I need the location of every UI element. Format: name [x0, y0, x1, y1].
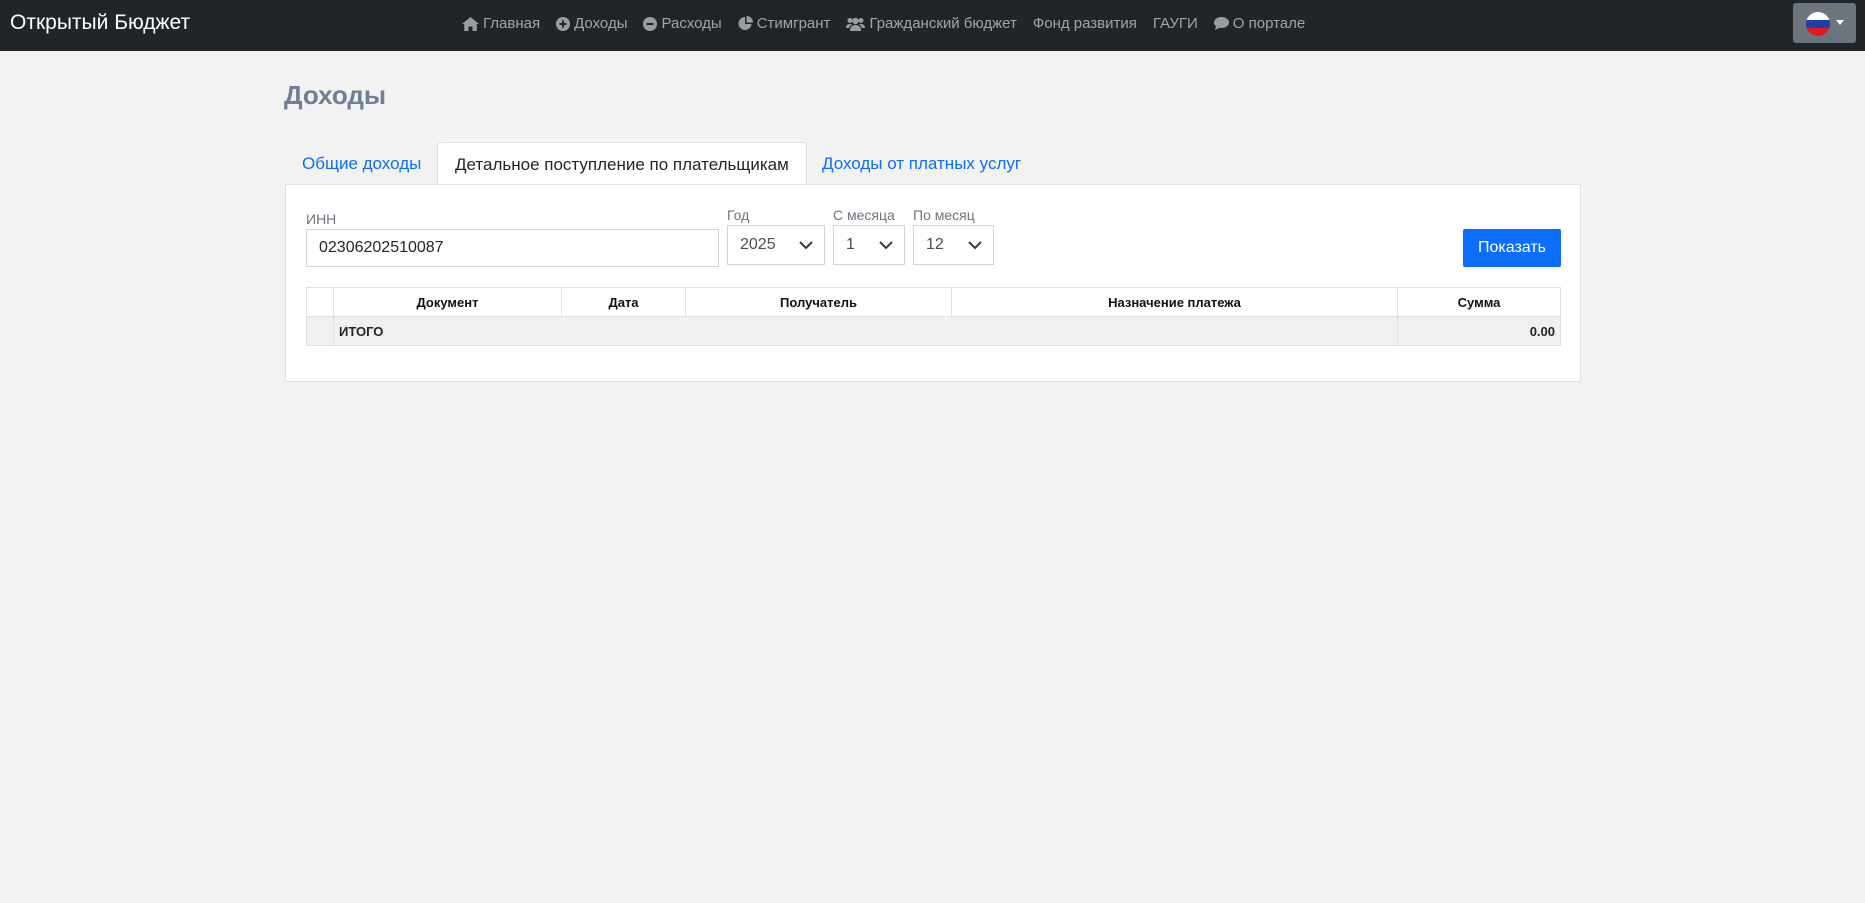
chevron-down-icon: [799, 241, 813, 250]
from-month-select[interactable]: 1: [833, 225, 905, 265]
plus-circle-icon: [556, 16, 571, 31]
show-button[interactable]: Показать: [1463, 229, 1561, 267]
column-header-blank: [306, 287, 334, 317]
nav-item-label: Гражданский бюджет: [869, 15, 1017, 32]
nav-item-gaugi[interactable]: ГАУГИ: [1153, 15, 1198, 32]
comment-icon: [1213, 17, 1229, 30]
nav-item-label: Расходы: [661, 15, 722, 32]
language-dropdown-button[interactable]: [1793, 3, 1856, 43]
nav-item-citizen-budget[interactable]: Гражданский бюджет: [846, 15, 1017, 32]
nav-item-label: Главная: [483, 15, 541, 32]
chevron-down-icon: [968, 241, 982, 250]
from-month-label: С месяца: [833, 207, 895, 223]
year-label: Год: [727, 207, 750, 223]
table-total-row: ИТОГО 0.00: [306, 316, 1561, 346]
to-month-select-value: 12: [926, 236, 944, 253]
nav-item-development-fund[interactable]: Фонд развития: [1033, 15, 1137, 32]
payments-table: Документ Дата Получатель Назначение плат…: [306, 287, 1561, 346]
tab-paid-services-income[interactable]: Доходы от платных услуг: [805, 142, 1038, 185]
to-month-select[interactable]: 12: [913, 225, 994, 265]
page-title: Доходы: [284, 80, 387, 110]
column-header-date[interactable]: Дата: [561, 287, 686, 317]
nav-item-label: Фонд развития: [1032, 15, 1137, 32]
minus-circle-icon: [643, 16, 658, 31]
from-month-select-value: 1: [846, 236, 855, 253]
nav-item-home[interactable]: Главная: [462, 15, 540, 32]
nav-item-label: Стимгрант: [756, 15, 831, 32]
column-header-recipient[interactable]: Получатель: [685, 287, 952, 317]
nav-item-label: О портале: [1232, 15, 1306, 32]
column-header-document[interactable]: Документ: [333, 287, 562, 317]
pie-chart-icon: [738, 16, 753, 30]
main-nav: Главная Доходы Расходы Стимгрант Граждан…: [462, 15, 1321, 32]
chevron-down-icon: [879, 241, 893, 250]
year-select-value: 2025: [740, 236, 776, 253]
tab-general-income[interactable]: Общие доходы: [285, 142, 438, 185]
top-navbar: Открытый Бюджет Главная Доходы Расходы С…: [0, 0, 1865, 51]
column-header-sum[interactable]: Сумма: [1397, 287, 1561, 317]
inn-input[interactable]: 02306202510087: [306, 229, 719, 267]
home-icon: [462, 16, 479, 31]
total-sum: 0.00: [1397, 316, 1561, 346]
table-header-row: Документ Дата Получатель Назначение плат…: [306, 287, 1561, 317]
nav-item-about[interactable]: О портале: [1213, 15, 1306, 32]
caret-down-icon: [1836, 20, 1844, 25]
nav-item-label: ГАУГИ: [1152, 15, 1198, 32]
tab-detailed-by-payers[interactable]: Детальное поступление по плательщикам: [437, 142, 807, 186]
russia-flag-icon: [1806, 12, 1830, 36]
brand-title[interactable]: Открытый Бюджет: [10, 11, 190, 35]
nav-item-income[interactable]: Доходы: [556, 15, 627, 32]
column-header-payment-purpose[interactable]: Назначение платежа: [951, 287, 1398, 317]
total-label: ИТОГО: [333, 316, 1398, 346]
to-month-label: По месяц: [913, 207, 975, 223]
tab-content-panel: ИНН 02306202510087 Год 2025 С месяца 1 П…: [285, 184, 1581, 382]
year-select[interactable]: 2025: [727, 225, 825, 265]
nav-item-stimgrant[interactable]: Стимгрант: [738, 15, 831, 32]
users-icon: [846, 17, 866, 31]
inn-label: ИНН: [306, 211, 337, 227]
nav-item-expenses[interactable]: Расходы: [643, 15, 722, 32]
nav-item-label: Доходы: [574, 15, 628, 32]
total-row-blank-cell: [306, 316, 334, 346]
